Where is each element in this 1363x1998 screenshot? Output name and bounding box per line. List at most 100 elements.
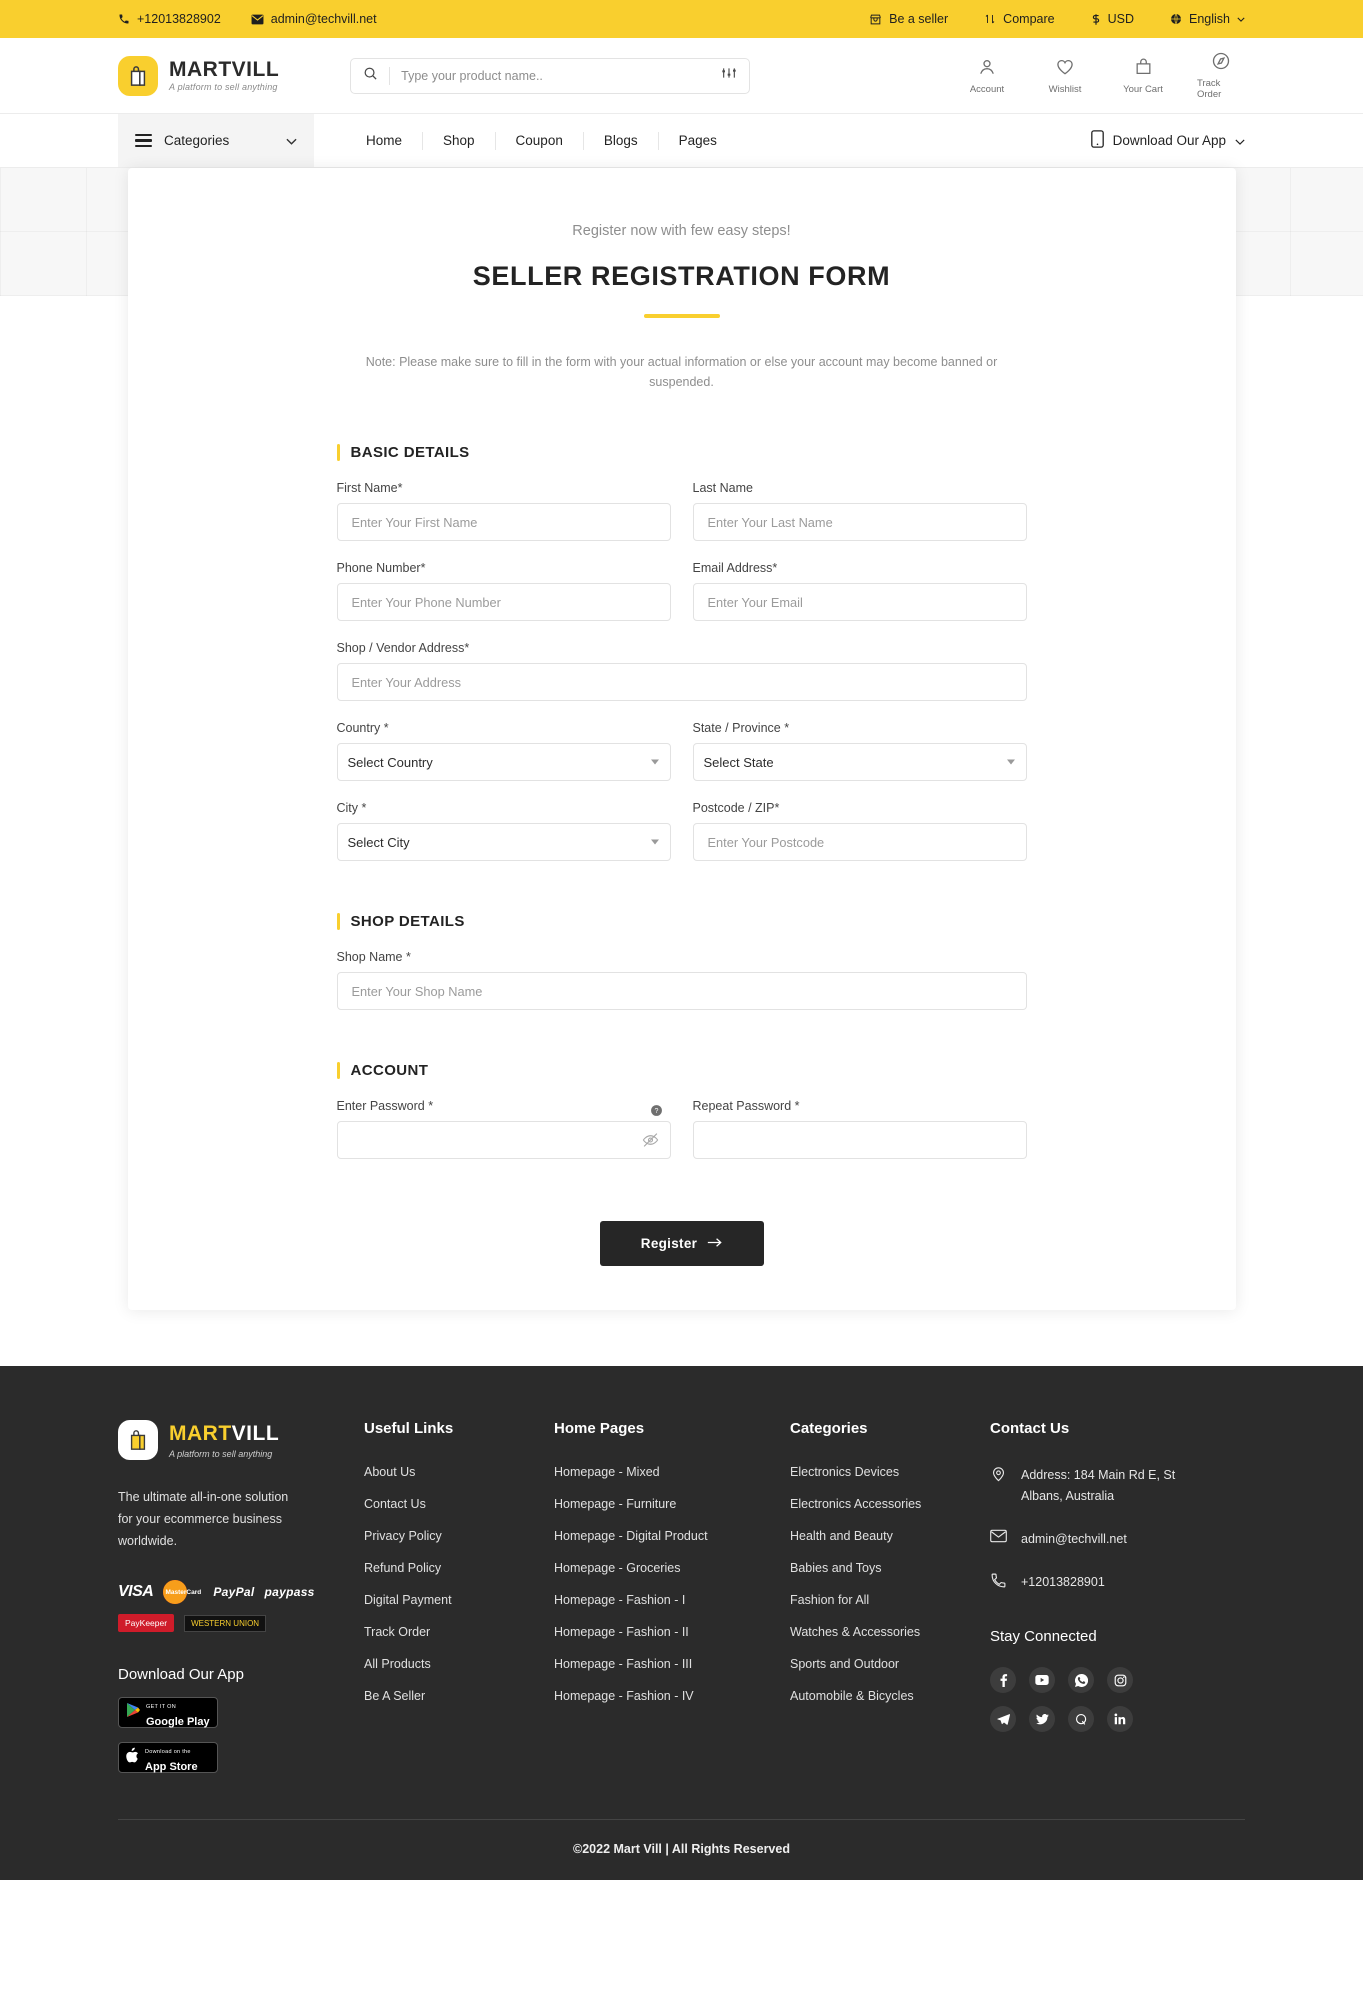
language-selector[interactable]: English <box>1170 12 1245 26</box>
email-input[interactable] <box>692 583 1027 621</box>
link-electronics-accessories[interactable]: Electronics Accessories <box>790 1497 990 1511</box>
google-play-small: GET IT ON <box>146 1703 177 1710</box>
account-action[interactable]: Account <box>963 57 1011 95</box>
row-address: Shop / Vendor Address* <box>336 641 1027 701</box>
link-health-and-beauty[interactable]: Health and Beauty <box>790 1529 990 1543</box>
globe-icon <box>1170 13 1182 25</box>
quora-icon[interactable] <box>1068 1706 1094 1732</box>
city-select[interactable]: Select City <box>336 823 671 861</box>
google-play-big: Google Play <box>146 1715 210 1728</box>
compare-link[interactable]: Compare <box>984 12 1055 26</box>
shop-name-input[interactable] <box>336 972 1027 1010</box>
link-automobile-bicycles[interactable]: Automobile & Bicycles <box>790 1689 990 1703</box>
instagram-icon[interactable] <box>1107 1667 1133 1693</box>
link-homepage-fashion-3[interactable]: Homepage - Fashion - III <box>554 1657 790 1671</box>
download-app-dropdown[interactable]: Download Our App <box>1090 114 1245 167</box>
google-play-badge[interactable]: GET IT ON Google Play <box>118 1697 218 1728</box>
footer-logo[interactable]: MARTVILL A platform to sell anything <box>118 1420 364 1460</box>
nav-item-pages[interactable]: Pages <box>659 132 737 150</box>
row-contact: Phone Number* Email Address* <box>336 561 1027 621</box>
filter-sliders-icon[interactable] <box>721 65 737 86</box>
search-box[interactable] <box>350 57 751 94</box>
first-name-input[interactable] <box>336 503 671 541</box>
link-contact-us[interactable]: Contact Us <box>364 1497 554 1511</box>
compare-text: Compare <box>1003 12 1055 26</box>
link-digital-payment[interactable]: Digital Payment <box>364 1593 554 1607</box>
svg-text:?: ? <box>654 1107 658 1114</box>
youtube-icon[interactable] <box>1029 1667 1055 1693</box>
logo-text: MARTVILL A platform to sell anything <box>169 59 279 92</box>
envelope-icon <box>990 1529 1007 1548</box>
google-play-text: GET IT ON Google Play <box>146 1696 210 1730</box>
link-watches-accessories[interactable]: Watches & Accessories <box>790 1625 990 1639</box>
shopping-bag-icon <box>1134 57 1153 80</box>
whatsapp-icon[interactable] <box>1068 1667 1094 1693</box>
contact-phone[interactable]: +12013828901 <box>990 1572 1220 1594</box>
footer-brand-column: MARTVILL A platform to sell anything The… <box>118 1420 364 1773</box>
topbar-phone[interactable]: +12013828902 <box>118 12 221 26</box>
be-a-seller-link[interactable]: Be a seller <box>869 12 948 26</box>
repeat-password-input[interactable] <box>692 1121 1027 1159</box>
link-sports-and-outdoor[interactable]: Sports and Outdoor <box>790 1657 990 1671</box>
link-homepage-mixed[interactable]: Homepage - Mixed <box>554 1465 790 1479</box>
search-input[interactable] <box>401 68 722 83</box>
western-union-icon: WESTERN UNION <box>184 1614 267 1632</box>
field-last-name: Last Name <box>692 481 1027 541</box>
link-fashion-for-all[interactable]: Fashion for All <box>790 1593 990 1607</box>
postcode-input[interactable] <box>692 823 1027 861</box>
section-accent-bar <box>336 444 340 461</box>
registration-card: Register now with few easy steps! SELLER… <box>127 168 1236 1310</box>
field-phone: Phone Number* <box>336 561 671 621</box>
track-order-action[interactable]: Track Order <box>1197 51 1245 100</box>
city-label: City * <box>336 801 367 815</box>
topbar-email[interactable]: admin@techvill.net <box>251 12 377 26</box>
nav-item-shop[interactable]: Shop <box>423 131 496 150</box>
nav-item-home[interactable]: Home <box>346 131 424 150</box>
currency-selector[interactable]: USD <box>1091 12 1134 26</box>
link-refund-policy[interactable]: Refund Policy <box>364 1561 554 1575</box>
home-pages-title: Home Pages <box>554 1420 645 1437</box>
footer-logo-vill: VILL <box>231 1421 280 1445</box>
linkedin-icon[interactable] <box>1107 1706 1133 1732</box>
wishlist-action[interactable]: Wishlist <box>1041 57 1089 95</box>
link-electronics-devices[interactable]: Electronics Devices <box>790 1465 990 1479</box>
last-name-input[interactable] <box>692 503 1027 541</box>
phone-input[interactable] <box>336 583 671 621</box>
country-select[interactable]: Select Country <box>336 743 671 781</box>
link-homepage-furniture[interactable]: Homepage - Furniture <box>554 1497 790 1511</box>
footer-columns: MARTVILL A platform to sell anything The… <box>118 1420 1245 1773</box>
eye-off-icon[interactable] <box>642 1132 659 1149</box>
link-all-products[interactable]: All Products <box>364 1657 554 1671</box>
visa-icon: VISA <box>118 1583 154 1600</box>
app-store-badge[interactable]: Download on the App Store <box>118 1742 218 1773</box>
password-input[interactable] <box>336 1121 671 1159</box>
link-babies-and-toys[interactable]: Babies and Toys <box>790 1561 990 1575</box>
contact-email[interactable]: admin@techvill.net <box>990 1529 1220 1550</box>
twitter-icon[interactable] <box>1029 1706 1055 1732</box>
logo-link[interactable]: MARTVILL A platform to sell anything <box>118 55 279 96</box>
link-privacy-policy[interactable]: Privacy Policy <box>364 1529 554 1543</box>
link-about-us[interactable]: About Us <box>364 1465 554 1479</box>
register-button-wrap: Register <box>337 1221 1027 1266</box>
nav-item-blogs[interactable]: Blogs <box>584 131 659 150</box>
link-homepage-fashion-1[interactable]: Homepage - Fashion - I <box>554 1593 790 1607</box>
link-be-a-seller[interactable]: Be A Seller <box>364 1689 554 1703</box>
download-app-label: Download Our App <box>1112 133 1226 148</box>
facebook-icon[interactable] <box>990 1667 1016 1693</box>
register-button[interactable]: Register <box>599 1221 764 1266</box>
telegram-icon[interactable] <box>990 1706 1016 1732</box>
categories-dropdown[interactable]: Categories <box>118 114 314 167</box>
address-input[interactable] <box>336 663 1027 701</box>
link-homepage-groceries[interactable]: Homepage - Groceries <box>554 1561 790 1575</box>
link-homepage-digital-product[interactable]: Homepage - Digital Product <box>554 1529 790 1543</box>
contact-address-text: Address: 184 Main Rd E, St Albans, Austr… <box>1021 1468 1176 1503</box>
app-store-small: Download on the <box>145 1748 191 1755</box>
link-homepage-fashion-2[interactable]: Homepage - Fashion - II <box>554 1625 790 1639</box>
help-circle-icon[interactable]: ? <box>650 1104 663 1117</box>
link-homepage-fashion-4[interactable]: Homepage - Fashion - IV <box>554 1689 790 1703</box>
nav-item-coupon[interactable]: Coupon <box>496 131 584 150</box>
state-select[interactable]: Select State <box>692 743 1027 781</box>
track-order-label: Track Order <box>1197 78 1222 100</box>
cart-action[interactable]: Your Cart <box>1119 57 1167 95</box>
link-track-order[interactable]: Track Order <box>364 1625 554 1639</box>
